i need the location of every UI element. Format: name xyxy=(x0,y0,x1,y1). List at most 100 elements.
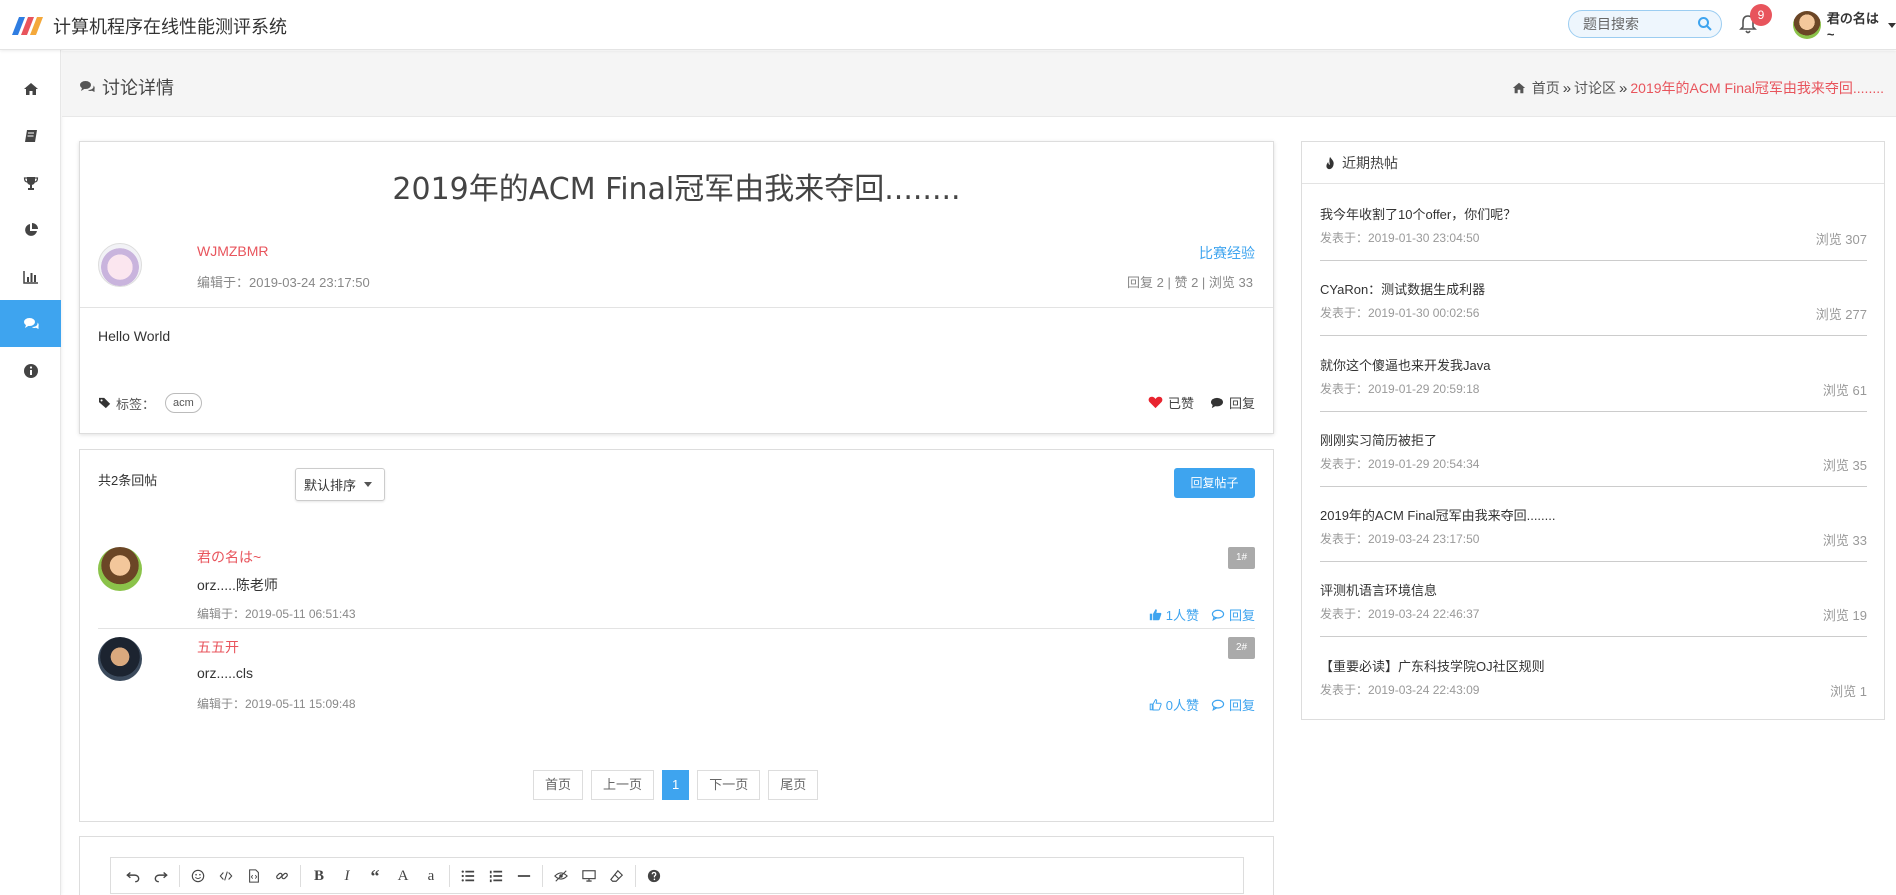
nav-item-status[interactable] xyxy=(0,206,61,253)
unordered-list-icon[interactable] xyxy=(454,864,482,888)
sort-label: 默认排序 xyxy=(304,478,357,493)
divider xyxy=(98,628,1255,629)
home-icon xyxy=(1512,82,1525,94)
clear-icon[interactable] xyxy=(603,864,631,888)
caret-down-icon xyxy=(364,482,373,487)
post-card: 2019年的ACM Final冠军由我来夺回........ WJMZBMR 编… xyxy=(79,141,1274,434)
pager-next[interactable]: 下一页 xyxy=(697,770,761,800)
nav-item-about[interactable] xyxy=(0,347,61,394)
hot-post-title[interactable]: 评测机语言环境信息 xyxy=(1320,580,1437,599)
reply-time: 编辑于：2019-05-11 15:09:48 xyxy=(197,697,356,711)
logo-icon[interactable] xyxy=(12,13,48,35)
author-avatar[interactable] xyxy=(98,243,142,287)
hot-post-item[interactable]: 刚刚实习简历被拒了 发表于：2019-01-29 20:54:34 浏览 35 xyxy=(1320,430,1867,490)
reply-button[interactable]: 回复 xyxy=(1210,393,1255,412)
avatar[interactable] xyxy=(98,637,142,681)
code-block-icon[interactable] xyxy=(240,864,268,888)
link-icon[interactable] xyxy=(268,864,296,888)
hot-post-title[interactable]: 刚刚实习简历被拒了 xyxy=(1320,430,1437,449)
pager-last[interactable]: 尾页 xyxy=(768,770,819,800)
post-author[interactable]: WJMZBMR xyxy=(197,243,269,259)
reply-label: 回复 xyxy=(1228,698,1255,713)
italic-icon[interactable]: I xyxy=(333,864,361,888)
post-edited-time: 编辑于：2019-03-24 23:17:50 xyxy=(197,275,370,290)
tag[interactable]: acm xyxy=(165,393,202,413)
hot-post-title[interactable]: 2019年的ACM Final冠军由我来夺回........ xyxy=(1320,505,1556,524)
like-button[interactable]: 1人赞 xyxy=(1149,605,1199,624)
reply-label: 回复 xyxy=(1228,396,1255,411)
comments-icon xyxy=(80,81,95,92)
avatar[interactable] xyxy=(98,547,142,591)
help-icon[interactable] xyxy=(640,864,668,888)
hot-post-item[interactable]: 2019年的ACM Final冠军由我来夺回........ 发表于：2019-… xyxy=(1320,505,1867,565)
toolbar-divider xyxy=(635,865,636,887)
bold-icon[interactable]: B xyxy=(305,864,333,888)
post-actions: 已赞 回复 xyxy=(1132,393,1255,412)
hot-post-item[interactable]: CYaRon：测试数据生成利器 发表于：2019-01-30 00:02:56 … xyxy=(1320,279,1867,339)
lowercase-icon[interactable]: a xyxy=(417,864,445,888)
divider xyxy=(1320,411,1867,412)
toolbar-divider xyxy=(542,865,543,887)
emoji-icon[interactable] xyxy=(184,864,212,888)
like-button[interactable]: 0人赞 xyxy=(1149,695,1199,714)
nav-item-ranking[interactable] xyxy=(0,253,61,300)
reply-button[interactable]: 回复 xyxy=(1211,605,1255,624)
hot-posts-panel: 近期热帖 我今年收割了10个offer，你们呢？ 发表于：2019-01-30 … xyxy=(1301,141,1885,720)
hot-post-views: 浏览 61 xyxy=(1822,383,1867,398)
redo-icon[interactable] xyxy=(147,864,175,888)
nav-item-problems[interactable] xyxy=(0,112,61,159)
uppercase-icon[interactable]: A xyxy=(389,864,417,888)
pager-current[interactable]: 1 xyxy=(662,770,690,800)
nav-item-contests[interactable] xyxy=(0,159,61,206)
nav-item-discuss[interactable] xyxy=(0,300,61,347)
book-icon xyxy=(24,129,37,142)
floor-badge: 1# xyxy=(1228,547,1255,569)
search-icon[interactable] xyxy=(1697,16,1713,32)
reply-author[interactable]: 五五开 xyxy=(197,637,239,657)
pager-first[interactable]: 首页 xyxy=(533,770,584,800)
hot-post-item[interactable]: 【重要必读】广东科技学院OJ社区规则 发表于：2019-03-24 22:43:… xyxy=(1320,656,1867,716)
code-icon[interactable] xyxy=(212,864,240,888)
hot-post-item[interactable]: 评测机语言环境信息 发表于：2019-03-24 22:46:37 浏览 19 xyxy=(1320,580,1867,640)
fullscreen-icon[interactable] xyxy=(575,864,603,888)
hot-post-item[interactable]: 我今年收割了10个offer，你们呢？ 发表于：2019-01-30 23:04… xyxy=(1320,204,1867,264)
hot-post-title[interactable]: 就你这个傻逼也来开发我Java xyxy=(1320,355,1490,374)
user-menu[interactable]: 君の名は~ xyxy=(1793,8,1896,42)
undo-icon[interactable] xyxy=(119,864,147,888)
avatar[interactable] xyxy=(1793,11,1821,39)
reply-time: 编辑于：2019-05-11 06:51:43 xyxy=(197,607,356,621)
reply-post-button[interactable]: 回复帖子 xyxy=(1174,468,1255,498)
reply-author[interactable]: 君の名は~ xyxy=(197,547,261,567)
caret-down-icon[interactable] xyxy=(1888,22,1896,28)
nav-item-home[interactable] xyxy=(0,65,61,112)
tags-icon xyxy=(99,397,111,409)
hot-post-item[interactable]: 就你这个傻逼也来开发我Java 发表于：2019-01-29 20:59:18 … xyxy=(1320,355,1867,415)
hot-post-title[interactable]: 我今年收割了10个offer，你们呢？ xyxy=(1320,204,1516,223)
user-name[interactable]: 君の名は~ xyxy=(1827,8,1886,42)
search-input[interactable] xyxy=(1583,15,1693,33)
quote-icon[interactable]: “ xyxy=(361,864,389,888)
pager-prev[interactable]: 上一页 xyxy=(591,770,655,800)
app-title[interactable]: 计算机程序在线性能测评系统 xyxy=(53,13,287,39)
hot-post-title[interactable]: 【重要必读】广东科技学院OJ社区规则 xyxy=(1320,656,1545,675)
trophy-icon xyxy=(23,176,38,190)
notification-badge[interactable]: 9 xyxy=(1750,4,1772,26)
reply-button[interactable]: 回复 xyxy=(1211,695,1255,714)
sort-dropdown[interactable]: 默认排序 xyxy=(295,468,385,501)
post-category[interactable]: 比赛经验 xyxy=(1199,243,1255,263)
hot-post-time: 发表于：2019-01-29 20:54:34 xyxy=(1320,457,1480,471)
home-icon xyxy=(23,82,38,95)
preview-icon[interactable] xyxy=(547,864,575,888)
breadcrumb-separator-icon: » xyxy=(1562,79,1572,97)
breadcrumb-current: 2019年的ACM Final冠军由我来夺回........ xyxy=(1630,80,1884,96)
like-button[interactable]: 已赞 xyxy=(1148,393,1194,412)
divider xyxy=(80,307,1273,308)
breadcrumb-home[interactable]: 首页 xyxy=(1532,78,1560,98)
breadcrumb-section[interactable]: 讨论区 xyxy=(1574,78,1616,98)
hot-post-views: 浏览 19 xyxy=(1822,608,1867,623)
search-box[interactable] xyxy=(1568,10,1722,38)
hr-icon[interactable] xyxy=(510,864,538,888)
hot-post-title[interactable]: CYaRon：测试数据生成利器 xyxy=(1320,279,1485,298)
fire-icon xyxy=(1326,156,1334,169)
ordered-list-icon[interactable] xyxy=(482,864,510,888)
